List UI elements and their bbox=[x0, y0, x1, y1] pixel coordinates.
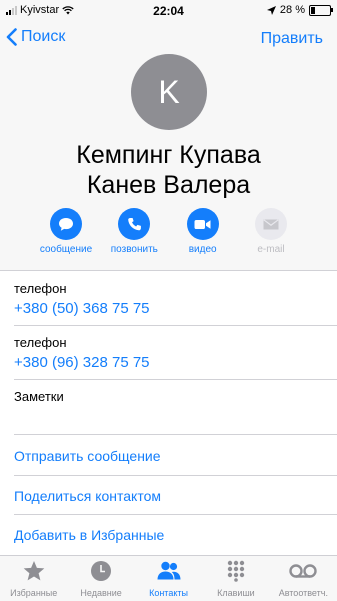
row-divider bbox=[14, 325, 337, 326]
tab-favorites[interactable]: Избранные bbox=[0, 556, 67, 601]
keypad-icon bbox=[227, 560, 245, 582]
row-divider bbox=[14, 434, 337, 435]
tab-label: Клавиши bbox=[217, 588, 255, 598]
row-divider bbox=[14, 514, 337, 515]
tab-label: Недавние bbox=[80, 588, 122, 598]
message-action-button[interactable]: сообщение bbox=[33, 208, 99, 255]
row-divider bbox=[14, 475, 337, 476]
email-action-button[interactable]: e-mail bbox=[238, 208, 304, 255]
contact-name-line2: Канев Валера bbox=[86, 171, 251, 199]
back-button-label: Поиск bbox=[21, 28, 66, 45]
tab-bar: Избранные Недавние Контакты Клавиши Авто… bbox=[0, 555, 337, 601]
phone-row-2[interactable]: телефон +380 (96) 328 75 75 bbox=[14, 335, 337, 371]
status-bar: Kyivstar 22:04 28 % bbox=[0, 0, 337, 20]
share-contact-link[interactable]: Поделиться контактом bbox=[14, 488, 161, 504]
video-camera-icon bbox=[186, 208, 219, 240]
header-divider bbox=[0, 270, 337, 271]
contact-avatar: K bbox=[131, 54, 207, 130]
tab-voicemail[interactable]: Автоответч. bbox=[270, 556, 337, 601]
navigation-bar: Поиск Править bbox=[0, 24, 337, 54]
phone-icon bbox=[118, 208, 151, 240]
clock-icon bbox=[91, 561, 112, 581]
phone-label: телефон bbox=[14, 281, 67, 296]
notes-label: Заметки bbox=[14, 389, 64, 404]
voicemail-icon bbox=[289, 564, 318, 578]
contact-name-line1: Кемпинг Купава bbox=[76, 141, 261, 169]
battery-level-fill bbox=[311, 6, 315, 14]
send-message-link[interactable]: Отправить сообщение bbox=[14, 448, 161, 464]
quick-actions: сообщение позвонить видео e-mail bbox=[33, 208, 304, 255]
tab-label: Избранные bbox=[10, 588, 58, 598]
edit-button[interactable]: Править bbox=[261, 30, 323, 48]
notes-field[interactable]: Заметки bbox=[14, 389, 337, 404]
message-bubble-icon bbox=[50, 208, 82, 240]
envelope-icon bbox=[254, 208, 287, 240]
contacts-icon bbox=[157, 561, 181, 580]
star-icon bbox=[23, 561, 45, 581]
tab-keypad[interactable]: Клавиши bbox=[202, 556, 269, 601]
tab-recents[interactable]: Недавние bbox=[67, 556, 134, 601]
battery-icon bbox=[309, 4, 333, 16]
email-action-label: e-mail bbox=[257, 244, 285, 255]
video-action-label: видео bbox=[188, 244, 217, 255]
chevron-left-icon bbox=[6, 28, 17, 46]
call-action-label: позвонить bbox=[110, 244, 158, 255]
location-arrow-icon bbox=[266, 5, 276, 15]
phone-row-1[interactable]: телефон +380 (50) 368 75 75 bbox=[14, 281, 337, 317]
video-action-button[interactable]: видео bbox=[170, 208, 236, 255]
tab-label: Контакты bbox=[149, 588, 188, 598]
back-button[interactable]: Поиск bbox=[6, 28, 65, 46]
phone-number[interactable]: +380 (96) 328 75 75 bbox=[14, 354, 337, 371]
phone-number[interactable]: +380 (50) 368 75 75 bbox=[14, 300, 337, 317]
tab-contacts[interactable]: Контакты bbox=[135, 556, 202, 601]
add-to-favorites-link[interactable]: Добавить в Избранные bbox=[14, 527, 164, 543]
status-right: 28 % bbox=[266, 4, 333, 16]
phone-label: телефон bbox=[14, 335, 67, 350]
tab-label: Автоответч. bbox=[278, 588, 328, 598]
call-action-button[interactable]: позвонить bbox=[101, 208, 167, 255]
contact-name: Кемпинг Купава Канев Валера bbox=[0, 140, 337, 200]
message-action-label: сообщение bbox=[39, 244, 93, 255]
battery-percent: 28 % bbox=[279, 4, 305, 16]
row-divider bbox=[14, 379, 337, 380]
